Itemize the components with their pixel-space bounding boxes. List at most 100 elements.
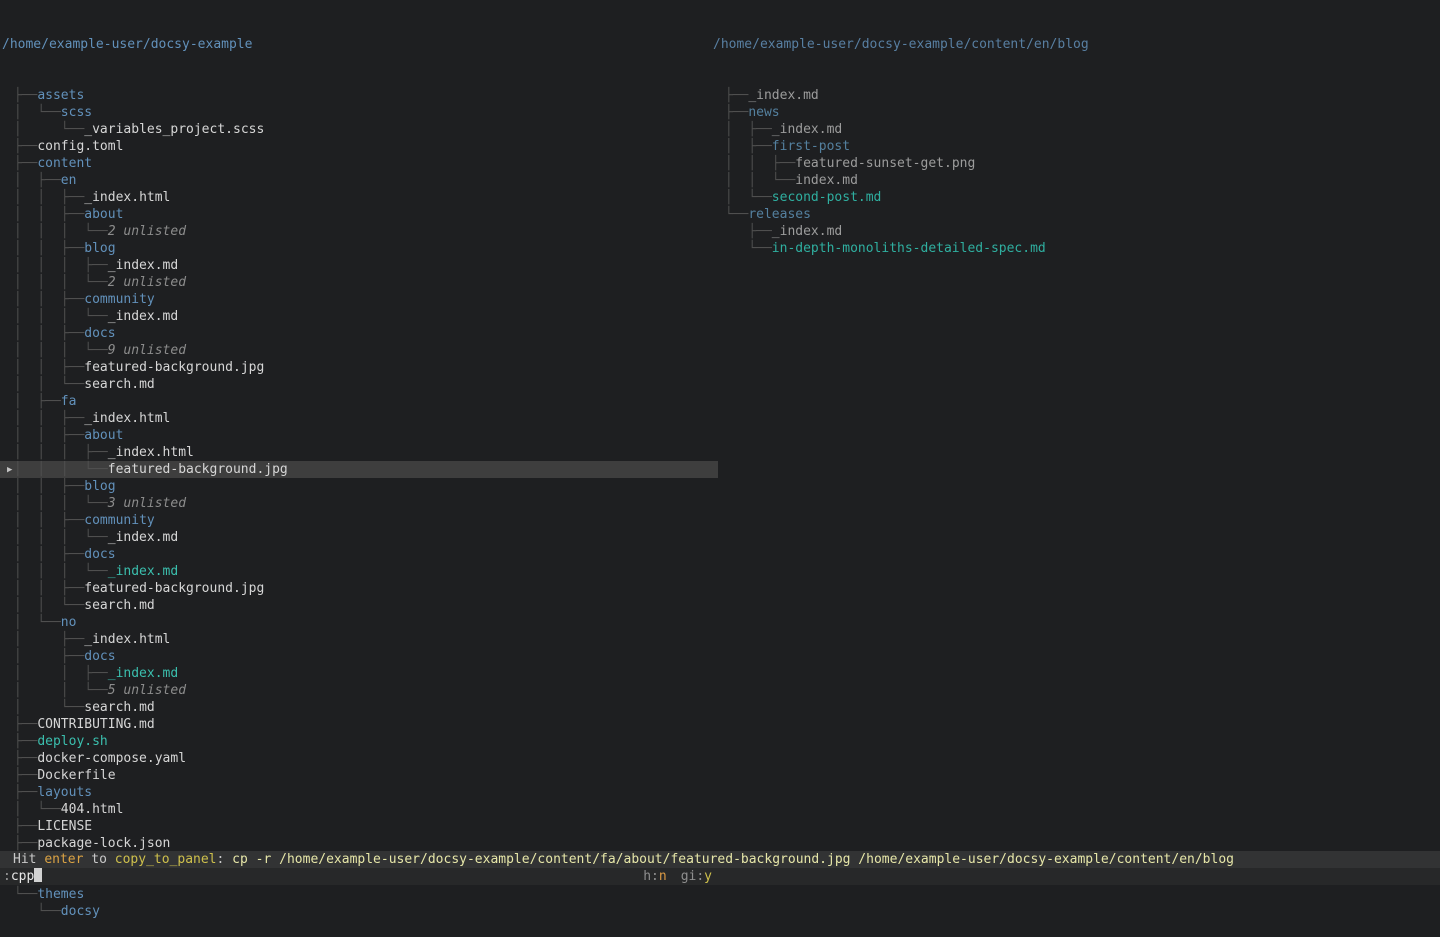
directory-name: blog <box>84 241 115 256</box>
tree-row[interactable]: │ │ │ └──3 unlisted <box>0 495 718 512</box>
file-name: search.md <box>84 377 154 392</box>
tree-row[interactable]: │ ├──en <box>0 172 718 189</box>
status-separator: : <box>217 852 233 867</box>
file-name: _index.md <box>108 530 178 545</box>
tree-row-selected[interactable]: ▶ │ │ │ └──featured-background.jpg <box>0 461 718 478</box>
tree-row[interactable]: │ │ ├──community <box>0 291 718 308</box>
git-flag-value[interactable]: y <box>704 869 712 884</box>
status-to-text: to <box>83 852 114 867</box>
tree-row[interactable]: ├──config.toml <box>0 138 718 155</box>
tree-row[interactable]: │ │ │ └──2 unlisted <box>0 274 718 291</box>
tree-row[interactable]: │ │ ├──blog <box>0 478 718 495</box>
tree-row[interactable]: │ └──404.html <box>0 801 718 818</box>
tree-row[interactable]: ├──_index.md <box>711 223 1440 240</box>
tree-branch-lines: │ └── <box>717 190 772 205</box>
tree-row[interactable]: │ │ └──index.md <box>711 172 1440 189</box>
tree-row[interactable]: │ │ │ ├──_index.html <box>0 444 718 461</box>
tree-row[interactable]: │ ├──_index.html <box>0 631 718 648</box>
tree-row[interactable]: │ ├──fa <box>0 393 718 410</box>
tree-row[interactable]: │ │ │ └──_index.md <box>0 529 718 546</box>
tree-branch-lines: │ ├── <box>6 173 61 188</box>
tree-branch-lines: │ │ └── <box>6 598 84 613</box>
file-name: _index.md <box>108 666 178 681</box>
tree-row[interactable]: ├──_index.md <box>711 87 1440 104</box>
tree-row[interactable]: ├──Dockerfile <box>0 767 718 784</box>
git-flag-label: gi: <box>681 869 704 884</box>
tree-row[interactable]: │ └──search.md <box>0 699 718 716</box>
tree-row[interactable]: ├──news <box>711 104 1440 121</box>
tree-row[interactable]: │ │ ├──about <box>0 427 718 444</box>
right-tree: ├──_index.md ├──news │ ├──_index.md │ ├─… <box>711 87 1440 257</box>
tree-branch-lines: │ │ │ └── <box>6 564 108 579</box>
tree-row[interactable]: │ │ ├──about <box>0 206 718 223</box>
file-name: package-lock.json <box>37 836 170 851</box>
tree-row[interactable]: │ │ ├──featured-background.jpg <box>0 580 718 597</box>
tree-branch-lines: ├── <box>6 156 37 171</box>
tree-row[interactable]: └──releases <box>711 206 1440 223</box>
tree-row[interactable]: ├──assets <box>0 87 718 104</box>
directory-name: community <box>84 513 154 528</box>
tree-branch-lines: │ │ ├── <box>6 547 84 562</box>
tree-row[interactable]: │ │ │ └──_index.md <box>0 563 718 580</box>
hidden-flag-value[interactable]: n <box>659 869 667 884</box>
tree-row[interactable]: │ │ │ └──9 unlisted <box>0 342 718 359</box>
file-name: _index.html <box>108 445 194 460</box>
tree-row[interactable]: │ │ ├──_index.html <box>0 189 718 206</box>
tree-row[interactable]: │ └──no <box>0 614 718 631</box>
tree-branch-lines: │ │ └── <box>6 683 108 698</box>
tree-branch-lines: │ │ │ └── <box>6 462 108 477</box>
tree-row[interactable]: │ │ ├──docs <box>0 546 718 563</box>
tree-row[interactable]: └──in-depth-monoliths-detailed-spec.md <box>711 240 1440 257</box>
directory-name: community <box>84 292 154 307</box>
tree-row[interactable]: │ │ │ ├──_index.md <box>0 257 718 274</box>
tree-row[interactable]: │ ├──first-post <box>711 138 1440 155</box>
tree-row[interactable]: │ └──_variables_project.scss <box>0 121 718 138</box>
tree-row[interactable]: │ │ └──search.md <box>0 597 718 614</box>
status-command: cp -r /home/example-user/docsy-example/c… <box>232 852 1234 867</box>
tree-branch-lines: │ │ ├── <box>717 156 795 171</box>
tree-branch-lines: │ │ ├── <box>6 326 84 341</box>
tree-row[interactable]: │ │ ├──featured-sunset-get.png <box>711 155 1440 172</box>
tree-row[interactable]: └──docsy <box>0 903 718 920</box>
tree-row[interactable]: │ │ ├──docs <box>0 325 718 342</box>
tree-row[interactable]: ├──package-lock.json <box>0 835 718 852</box>
file-name: featured-background.jpg <box>84 581 264 596</box>
unlisted-count: 9 unlisted <box>108 343 186 358</box>
tree-row[interactable]: ├──docker-compose.yaml <box>0 750 718 767</box>
tree-row[interactable]: │ └──scss <box>0 104 718 121</box>
tree-row[interactable]: ├──layouts <box>0 784 718 801</box>
tree-branch-lines: │ └── <box>6 122 84 137</box>
tree-branch-lines: │ │ │ └── <box>6 224 108 239</box>
directory-name: docs <box>84 326 115 341</box>
command-input-line[interactable]: :cpp h:ngi:y <box>0 868 1440 885</box>
tree-row[interactable]: │ │ │ └──2 unlisted <box>0 223 718 240</box>
tree-branch-lines: ├── <box>717 224 772 239</box>
tree-row[interactable]: │ │ ├──featured-background.jpg <box>0 359 718 376</box>
tree-row[interactable]: ├──LICENSE <box>0 818 718 835</box>
directory-name: blog <box>84 479 115 494</box>
tree-row[interactable]: │ └──second-post.md <box>711 189 1440 206</box>
file-name: 404.html <box>61 802 124 817</box>
directory-name: about <box>84 207 123 222</box>
tree-row[interactable]: │ │ ├──_index.md <box>0 665 718 682</box>
tree-row[interactable]: │ │ └──5 unlisted <box>0 682 718 699</box>
file-name: search.md <box>84 598 154 613</box>
tree-row[interactable]: ├──content <box>0 155 718 172</box>
tree-row[interactable]: │ ├──docs <box>0 648 718 665</box>
tree-row[interactable]: │ │ │ └──_index.md <box>0 308 718 325</box>
tree-row[interactable]: └──themes <box>0 886 718 903</box>
file-name: _index.html <box>84 411 170 426</box>
directory-name: first-post <box>772 139 850 154</box>
tree-row[interactable]: │ │ └──search.md <box>0 376 718 393</box>
tree-row[interactable]: │ │ ├──blog <box>0 240 718 257</box>
tree-row[interactable]: ├──CONTRIBUTING.md <box>0 716 718 733</box>
unlisted-count: 2 unlisted <box>108 275 186 290</box>
tree-row[interactable]: │ │ ├──_index.html <box>0 410 718 427</box>
tree-row[interactable]: ├──deploy.sh <box>0 733 718 750</box>
directory-name: news <box>748 105 779 120</box>
tree-row[interactable]: │ │ ├──community <box>0 512 718 529</box>
tree-row[interactable]: │ ├──_index.md <box>711 121 1440 138</box>
tree-branch-lines: │ │ ├── <box>6 360 84 375</box>
tree-branch-lines: ├── <box>6 88 37 103</box>
file-name: _index.md <box>108 564 178 579</box>
